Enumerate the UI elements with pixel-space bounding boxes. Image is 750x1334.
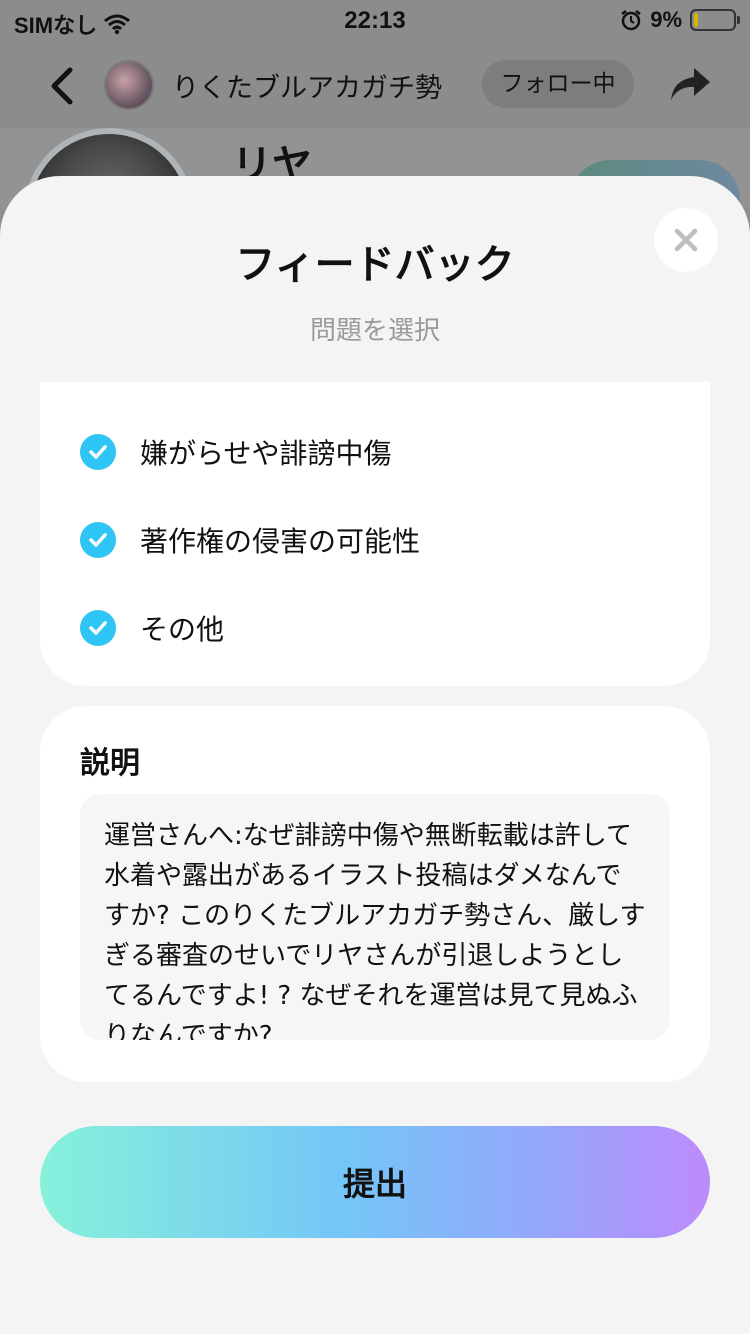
option-other[interactable]: その他: [80, 598, 224, 658]
battery-icon: [690, 9, 740, 31]
option-label: その他: [140, 613, 225, 646]
checkmark-icon[interactable]: [80, 522, 116, 558]
option-copyright[interactable]: 著作権の侵害の可能性: [80, 510, 420, 570]
back-chevron-icon[interactable]: [44, 64, 78, 108]
option-label: 嫌がらせや誹謗中傷: [140, 437, 392, 470]
following-button[interactable]: フォロー中: [482, 60, 634, 108]
submit-button[interactable]: 提出: [40, 1126, 710, 1238]
description-title: 説明: [80, 746, 140, 781]
status-bar: SIMなし 22:13 9%: [0, 0, 750, 44]
description-card: 説明 運営さんへ:なぜ誹謗中傷や無断転載は許して水着や露出があるイラスト投稿はダ…: [40, 706, 710, 1082]
top-navigation: りくたブルアカガチ勢 フォロー中: [0, 44, 750, 128]
feedback-sheet: フィードバック 問題を選択 嫌がらせや誹謗中傷 著作権の侵害の可能性 その他 説…: [0, 176, 750, 1334]
alarm-icon: [621, 10, 641, 31]
status-right: 9%: [620, 7, 740, 33]
checkmark-icon[interactable]: [80, 434, 116, 470]
avatar[interactable]: [104, 60, 154, 110]
option-harassment[interactable]: 嫌がらせや誹謗中傷: [80, 422, 391, 482]
sheet-title: フィードバック: [235, 242, 515, 288]
description-textarea[interactable]: 運営さんへ:なぜ誹謗中傷や無断転載は許して水着や露出があるイラスト投稿はダメなん…: [80, 794, 670, 1040]
battery-percent: 9%: [650, 7, 682, 32]
checkmark-icon[interactable]: [80, 610, 116, 646]
username[interactable]: りくたブルアカガチ勢: [172, 66, 442, 105]
options-card: 嫌がらせや誹謗中傷 著作権の侵害の可能性 その他: [40, 382, 710, 686]
sheet-subtitle: 問題を選択: [309, 316, 440, 346]
share-icon[interactable]: [668, 64, 712, 104]
option-label: 著作権の侵害の可能性: [140, 525, 421, 558]
